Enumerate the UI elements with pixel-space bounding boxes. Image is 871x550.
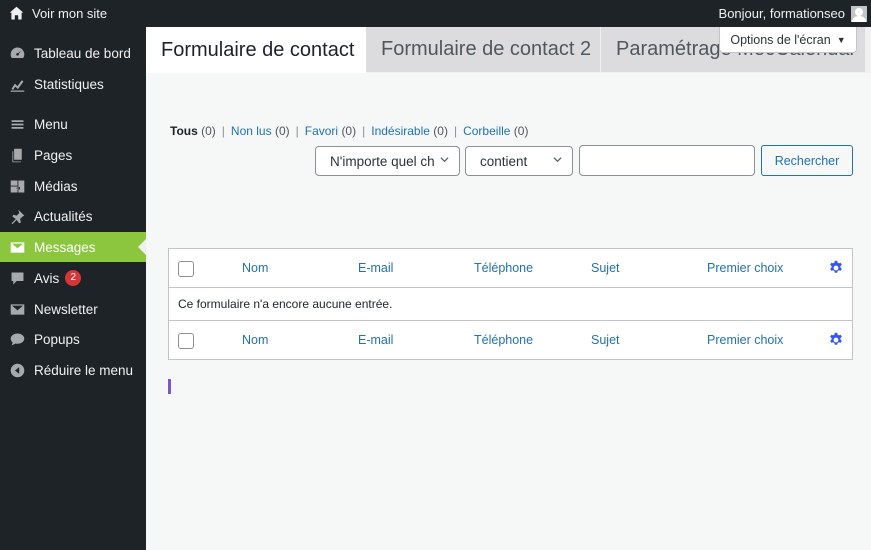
column-premier-choix[interactable]: Premier choix (707, 249, 783, 287)
filter-count: (0) (341, 124, 357, 138)
mail-icon (0, 301, 34, 318)
sidebar-item-messages[interactable]: Messages (0, 232, 146, 262)
sidebar-item-label: Pages (34, 147, 73, 163)
filter-non-lus[interactable]: Non lus (0) (231, 124, 290, 138)
sidebar-item-label: Statistiques (34, 76, 104, 92)
filter-count: (0) (433, 124, 448, 138)
column-premier-choix[interactable]: Premier choix (707, 321, 783, 359)
view-site-label: Voir mon site (32, 6, 108, 21)
greeting-text: Bonjour, formationseo (718, 6, 845, 21)
search-input[interactable] (579, 145, 755, 176)
pages-icon (0, 147, 34, 164)
sidebar-item-medias[interactable]: Médias (0, 171, 146, 201)
sidebar-item-statistiques[interactable]: Statistiques (0, 69, 146, 99)
filter-label[interactable]: Non lus (231, 124, 272, 138)
search-button[interactable]: Rechercher (761, 145, 853, 176)
field-select[interactable]: N'importe quel ch (315, 146, 460, 176)
column-nom[interactable]: Nom (242, 249, 268, 287)
collapse-icon (0, 362, 34, 379)
sidebar-item-label: Newsletter (34, 301, 98, 317)
operator-select[interactable]: contient (465, 146, 573, 176)
gear-icon[interactable] (828, 332, 844, 348)
sidebar-item-menu[interactable]: Menu (0, 109, 146, 139)
separator: | (362, 124, 366, 138)
screen-options-button[interactable]: Options de l'écran ▼ (719, 27, 857, 53)
admin-sidebar: Tableau de bord Statistiques Menu Pages … (0, 27, 146, 550)
sidebar-item-label: Médias (34, 178, 78, 194)
operator-select-value: contient (480, 153, 528, 169)
sidebar-item-label: Messages (34, 239, 96, 255)
sidebar-item-avis[interactable]: Avis 2 (0, 263, 146, 293)
table-footer: Nom E-mail Téléphone Sujet Premier choix (169, 321, 852, 359)
filter-count: (0) (201, 124, 216, 138)
entries-table: Nom E-mail Téléphone Sujet Premier choix… (168, 248, 853, 360)
filter-label[interactable]: Favori (305, 124, 338, 138)
empty-row: Ce formulaire n'a encore aucune entrée. (169, 288, 852, 321)
empty-message: Ce formulaire n'a encore aucune entrée. (178, 297, 393, 311)
filter-label[interactable]: Indésirable (371, 124, 430, 138)
sidebar-item-newsletter[interactable]: Newsletter (0, 294, 146, 324)
focus-marker (168, 379, 171, 394)
notification-badge: 2 (65, 270, 82, 286)
chat-icon (0, 331, 34, 348)
column-telephone[interactable]: Téléphone (474, 249, 533, 287)
media-icon (0, 178, 34, 195)
avatar-icon (851, 5, 867, 22)
column-email[interactable]: E-mail (358, 249, 393, 287)
account-menu[interactable]: Bonjour, formationseo (719, 0, 867, 27)
dashboard-icon (0, 45, 34, 62)
sidebar-item-label: Actualités (34, 208, 93, 224)
tab-label: Formulaire de contact (161, 38, 355, 61)
filter-indesirable[interactable]: Indésirable (0) (371, 124, 448, 138)
search-button-label: Rechercher (774, 153, 840, 168)
sidebar-item-label: Popups (34, 331, 80, 347)
gear-icon[interactable] (828, 260, 844, 276)
select-all-checkbox[interactable] (178, 261, 194, 277)
chart-icon (0, 76, 34, 93)
column-sujet[interactable]: Sujet (591, 321, 620, 359)
filter-label[interactable]: Corbeille (463, 124, 510, 138)
tab-formulaire-de-contact-2[interactable]: Formulaire de contact 2 (366, 27, 600, 72)
column-sujet[interactable]: Sujet (591, 249, 620, 287)
view-site-link[interactable]: Voir mon site (8, 0, 107, 27)
pin-icon (0, 208, 34, 225)
mail-icon (0, 239, 34, 256)
sidebar-item-label: Tableau de bord (34, 45, 131, 61)
status-filters: Tous (0) | Non lus (0) | Favori (0) | In… (170, 124, 528, 138)
separator: | (453, 124, 458, 138)
filter-corbeille[interactable]: Corbeille (0) (463, 124, 528, 138)
filter-favori[interactable]: Favori (0) (305, 124, 356, 138)
tab-formulaire-de-contact[interactable]: Formulaire de contact (146, 27, 366, 73)
filter-count: (0) (513, 124, 529, 138)
comment-icon (0, 270, 34, 287)
sidebar-item-label: Réduire le menu (34, 362, 134, 378)
column-nom[interactable]: Nom (242, 321, 268, 359)
chevron-down-icon (553, 157, 562, 163)
column-email[interactable]: E-mail (358, 321, 393, 359)
separator: | (295, 124, 299, 138)
filter-count: (0) (274, 124, 290, 138)
sidebar-item-actualites[interactable]: Actualités (0, 201, 146, 231)
sidebar-collapse-button[interactable]: Réduire le menu (0, 355, 146, 385)
home-icon (9, 6, 24, 20)
field-select-value: N'importe quel ch (330, 153, 435, 169)
tab-label: Formulaire de contact 2 (381, 38, 592, 60)
column-telephone[interactable]: Téléphone (474, 321, 533, 359)
sidebar-item-pages[interactable]: Pages (0, 140, 146, 170)
menu-icon (0, 116, 34, 133)
caret-down-icon: ▼ (836, 34, 846, 45)
select-all-checkbox[interactable] (178, 333, 194, 349)
sidebar-item-label: Avis (34, 270, 60, 286)
filter-tous[interactable]: Tous (0) (170, 124, 216, 138)
screen-options-label: Options de l'écran (730, 32, 831, 47)
admin-bar: Voir mon site Bonjour, formationseo (0, 0, 871, 27)
filter-label: Tous (170, 124, 198, 138)
separator: | (221, 124, 225, 138)
sidebar-item-tableau-de-bord[interactable]: Tableau de bord (0, 38, 146, 68)
chevron-down-icon (440, 157, 449, 163)
sidebar-item-label: Menu (34, 116, 68, 132)
sidebar-item-popups[interactable]: Popups (0, 324, 146, 354)
table-header: Nom E-mail Téléphone Sujet Premier choix (169, 249, 852, 288)
